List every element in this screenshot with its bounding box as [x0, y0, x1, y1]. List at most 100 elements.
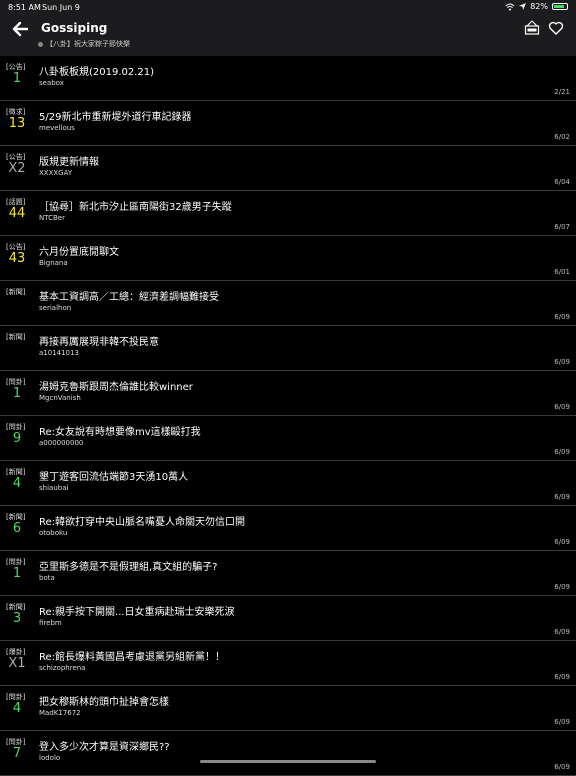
- post-row[interactable]: [問卦] 7 登入多少次才算是資深鄉民?? lodolo 6/09: [0, 731, 576, 776]
- wifi-icon: [505, 3, 515, 10]
- post-push-count: 4: [12, 701, 22, 716]
- post-row[interactable]: [爆卦] X1 Re:館長爆料黃國昌考慮退黨另組新黨！！ schizophrena 6/…: [0, 641, 576, 686]
- post-author: firebm: [39, 619, 62, 627]
- post-title: 再接再厲展現非韓不投民意: [39, 337, 159, 348]
- post-title: 版規更新情報: [39, 157, 99, 168]
- post-date: 6/09: [554, 358, 570, 366]
- status-date: Sun Jun 9: [42, 3, 80, 12]
- board-subtitle-text: 【八卦】祝大家粽子節快樂: [46, 40, 130, 48]
- post-author: lodolo: [39, 754, 61, 762]
- post-author: MgcnVanish: [39, 394, 81, 402]
- post-push-count: 3: [12, 611, 22, 626]
- dot-icon: [38, 41, 43, 47]
- post-row[interactable]: [公告] X2 版規更新情報 XXXXGAY 6/04: [0, 146, 576, 191]
- post-title: ［協尋］新北市汐止區南陽街32歲男子失蹤: [39, 202, 232, 213]
- post-push-count: 9: [12, 431, 22, 446]
- post-push-count: 7: [12, 746, 22, 761]
- post-row[interactable]: [問卦] 1 亞里斯多德是不是假理組,真文組的騙子? bota 6/09: [0, 551, 576, 596]
- post-author: Bignana: [39, 259, 68, 267]
- post-row[interactable]: [徵求] 13 5/29新北市重新堤外道行車記錄器 mevellous 6/02: [0, 101, 576, 146]
- location-icon: [519, 3, 527, 10]
- post-author: XXXXGAY: [39, 169, 73, 177]
- post-date: 6/09: [554, 763, 570, 771]
- post-push-count: 6: [12, 521, 22, 536]
- post-row[interactable]: [新聞] 6 Re:韓欲打穿中央山脈名嘴憂人命關天勿信口開 otoboku 6/09: [0, 506, 576, 551]
- post-date: 2/21: [554, 88, 570, 96]
- post-title: Re:女友說有時想要像mv這樣毆打我: [39, 427, 201, 438]
- post-date: 6/09: [554, 448, 570, 456]
- post-push-count: 4: [12, 476, 22, 491]
- post-row[interactable]: [問卦] 4 把女穆斯林的頭巾扯掉會怎樣 MadK17672 6/09: [0, 686, 576, 731]
- battery-percent: 82%: [530, 2, 548, 11]
- nav-header: Gossiping 【八卦】祝大家粽子節快樂: [0, 14, 576, 56]
- board-title: Gossiping: [41, 21, 108, 35]
- post-title: 湯姆克魯斯跟周杰倫誰比較winner: [39, 382, 193, 393]
- post-row[interactable]: [問卦] 1 湯姆克魯斯跟周杰倫誰比較winner MgcnVanish 6/09: [0, 371, 576, 416]
- post-push-count: X2: [8, 161, 26, 176]
- post-title: Re:親手按下開關...日女重病赴瑞士安樂死淚: [39, 607, 235, 618]
- home-indicator[interactable]: [200, 760, 376, 763]
- post-row[interactable]: [新聞] 3 Re:親手按下開關...日女重病赴瑞士安樂死淚 firebm 6/09: [0, 596, 576, 641]
- post-category: [新聞]: [6, 288, 26, 296]
- post-author: NTCBer: [39, 214, 65, 222]
- post-date: 6/09: [554, 673, 570, 681]
- post-list: [公告] 1 八卦板板規(2019.02.21) seabox 2/21 [徵求] 13 5/…: [0, 56, 576, 776]
- post-date: 6/04: [554, 178, 570, 186]
- post-author: shiaubai: [39, 484, 69, 492]
- post-date: 6/02: [554, 133, 570, 141]
- post-row[interactable]: [公告] 1 八卦板板規(2019.02.21) seabox 2/21: [0, 56, 576, 101]
- post-author: serialhon: [39, 304, 72, 312]
- post-push-count: 13: [8, 116, 26, 131]
- post-title: 亞里斯多德是不是假理組,真文組的騙子?: [39, 562, 218, 573]
- post-date: 6/09: [554, 628, 570, 636]
- post-date: 6/09: [554, 538, 570, 546]
- back-button[interactable]: [10, 18, 32, 40]
- post-author: mevellous: [39, 124, 75, 132]
- post-row[interactable]: [新聞] 再接再厲展現非韓不投民意 a10141013 6/09: [0, 326, 576, 371]
- heart-icon: [548, 21, 564, 35]
- post-title: 登入多少次才算是資深鄉民??: [39, 742, 170, 753]
- post-date: 6/09: [554, 493, 570, 501]
- post-date: 6/09: [554, 313, 570, 321]
- post-date: 6/07: [554, 223, 570, 231]
- post-author: MadK17672: [39, 709, 81, 717]
- post-row[interactable]: [公告] 43 六月份置底閒聊文 Bignana 6/01: [0, 236, 576, 281]
- post-author: bota: [39, 574, 55, 582]
- post-date: 6/09: [554, 403, 570, 411]
- post-row[interactable]: [話題] 44 ［協尋］新北市汐止區南陽街32歲男子失蹤 NTCBer 6/07: [0, 191, 576, 236]
- post-author: a10141013: [39, 349, 79, 357]
- post-push-count: 43: [8, 251, 26, 266]
- post-row[interactable]: [問卦] 9 Re:女友說有時想要像mv這樣毆打我 a000000000 6/09: [0, 416, 576, 461]
- post-title: 把女穆斯林的頭巾扯掉會怎樣: [39, 697, 169, 708]
- post-title: 八卦板板規(2019.02.21): [39, 67, 155, 78]
- post-title: Re:館長爆料黃國昌考慮退黨另組新黨！！: [39, 652, 226, 663]
- post-date: 6/09: [554, 583, 570, 591]
- post-author: seabox: [39, 79, 64, 87]
- sign-icon: [524, 20, 540, 35]
- favorite-button[interactable]: [548, 20, 564, 36]
- status-right: 82%: [505, 2, 568, 11]
- post-category: [新聞]: [6, 333, 26, 341]
- post-push-count: 1: [12, 566, 22, 581]
- post-push-count: 1: [12, 71, 22, 86]
- post-title: 基本工資調高／工總：經濟差調幅難接受: [39, 292, 219, 303]
- post-push-count: 1: [12, 386, 22, 401]
- status-bar: 8:51 AM Sun Jun 9 82%: [0, 0, 576, 14]
- post-author: a000000000: [39, 439, 84, 447]
- hot-board-button[interactable]: [524, 20, 540, 36]
- header-actions: [524, 20, 564, 36]
- post-author: otoboku: [39, 529, 68, 537]
- status-time: 8:51 AM: [8, 3, 41, 12]
- post-push-count: 44: [8, 206, 26, 221]
- board-subtitle: 【八卦】祝大家粽子節快樂: [38, 39, 130, 49]
- post-row[interactable]: [新聞] 4 墾丁遊客回流估端節3天湧10萬人 shiaubai 6/09: [0, 461, 576, 506]
- post-title: 5/29新北市重新堤外道行車記錄器: [39, 112, 192, 123]
- post-date: 6/09: [554, 718, 570, 726]
- post-date: 6/01: [554, 268, 570, 276]
- post-push-count: X1: [8, 656, 26, 671]
- arrow-left-icon: [12, 21, 29, 37]
- battery-icon: [552, 3, 568, 10]
- post-title: 六月份置底閒聊文: [39, 247, 119, 258]
- post-author: schizophrena: [39, 664, 86, 672]
- post-row[interactable]: [新聞] 基本工資調高／工總：經濟差調幅難接受 serialhon 6/09: [0, 281, 576, 326]
